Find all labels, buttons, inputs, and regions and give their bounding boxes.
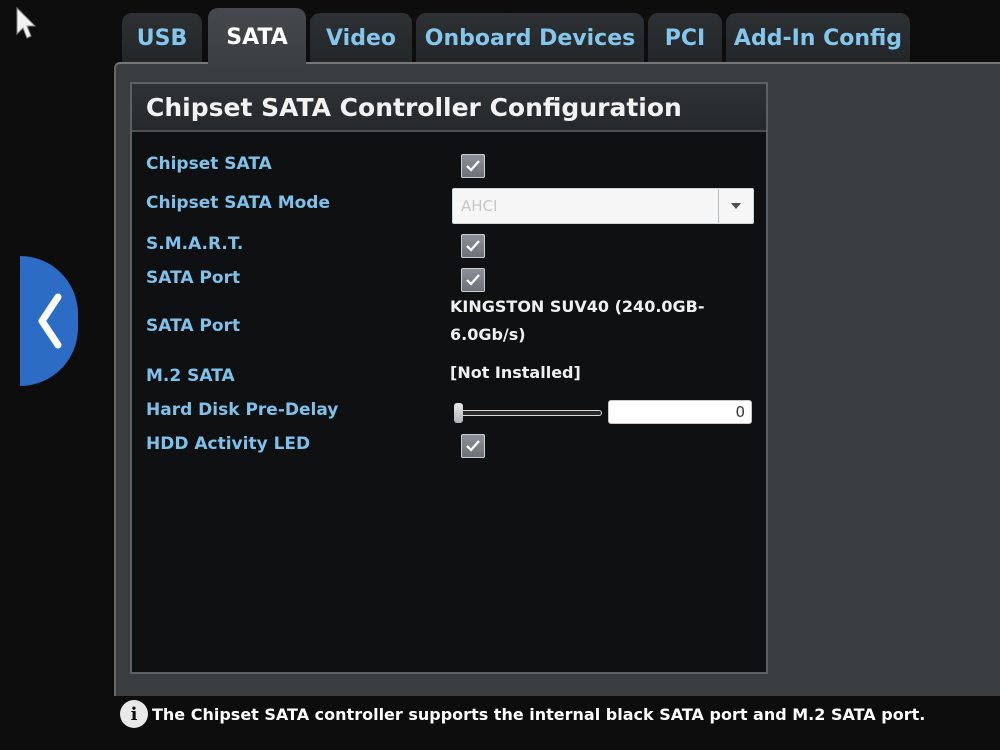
chevron-down-icon (731, 203, 741, 209)
tab-onboard-devices[interactable]: Onboard Devices (416, 13, 644, 64)
dropdown-selected-value: AHCI (461, 197, 498, 215)
checkmark-icon (466, 440, 480, 452)
tab-pci[interactable]: PCI (648, 13, 722, 64)
tab-sata[interactable]: SATA (208, 8, 306, 66)
pre-delay-input[interactable]: 0 (608, 400, 752, 424)
sata-config-section: Chipset SATA Controller Configuration Ch… (130, 82, 768, 674)
tab-add-in-config[interactable]: Add-In Config (726, 13, 910, 64)
m2-sata-label: M.2 SATA (146, 366, 235, 386)
hard-disk-pre-delay-label: Hard Disk Pre-Delay (146, 400, 339, 420)
smart-label: S.M.A.R.T. (146, 234, 244, 254)
hdd-activity-led-checkbox[interactable] (461, 434, 485, 458)
sata-port-device-value-line2: 6.0Gb/s) (450, 325, 526, 344)
chipset-sata-mode-dropdown[interactable]: AHCI (452, 188, 754, 224)
dropdown-toggle[interactable] (718, 189, 753, 223)
sata-port-device-label: SATA Port (146, 316, 241, 336)
checkmark-icon (466, 274, 480, 286)
info-text: The Chipset SATA controller supports the… (152, 704, 926, 724)
sata-port-checkbox[interactable] (461, 268, 485, 292)
hdd-activity-led-label: HDD Activity LED (146, 434, 311, 454)
info-bar: i The Chipset SATA controller supports t… (120, 700, 925, 728)
chipset-sata-mode-label: Chipset SATA Mode (146, 193, 330, 213)
checkmark-icon (466, 240, 480, 252)
checkmark-icon (466, 160, 480, 172)
chipset-sata-label: Chipset SATA (146, 154, 272, 174)
sata-port-device-value-line1: KINGSTON SUV40 (240.0GB- (450, 297, 705, 316)
mouse-cursor-icon (14, 6, 40, 40)
tab-video[interactable]: Video (310, 13, 412, 64)
m2-sata-value: [Not Installed] (450, 363, 581, 382)
tab-usb[interactable]: USB (122, 13, 202, 64)
chevron-left-icon (38, 293, 62, 349)
pre-delay-slider-handle[interactable] (454, 403, 463, 423)
pre-delay-slider-track[interactable] (456, 410, 602, 416)
chipset-sata-checkbox[interactable] (461, 154, 485, 178)
back-button[interactable] (20, 256, 78, 386)
smart-checkbox[interactable] (461, 234, 485, 258)
sata-port-enable-label: SATA Port (146, 268, 241, 288)
info-icon: i (120, 700, 148, 728)
section-title: Chipset SATA Controller Configuration (132, 84, 766, 132)
